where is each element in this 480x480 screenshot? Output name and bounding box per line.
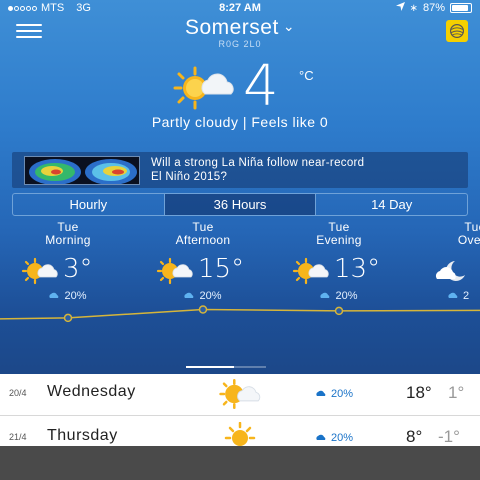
- current-temperature: 4: [243, 54, 279, 119]
- tab-14-day[interactable]: 14 Day: [316, 194, 467, 215]
- location-arrow-icon: [395, 2, 405, 14]
- partly-cloudy-day-icon: [173, 66, 234, 110]
- partly-cloudy-day-icon: [156, 257, 194, 285]
- bottom-bar: [0, 446, 480, 480]
- slot-period: Afternoon: [175, 233, 231, 247]
- daily-row[interactable]: 20/4 Wednesday 20% 18° 1°: [0, 374, 480, 416]
- temperature-point: [198, 305, 208, 314]
- partly-cloudy-day-icon: [216, 378, 264, 410]
- forecast-slot: Tue Afternoon 15° 20%: [138, 221, 268, 302]
- day-high: 18°: [406, 383, 432, 402]
- location-name: Somerset: [184, 16, 279, 39]
- forecast-slot: Tue Morning 3° 20%: [3, 221, 133, 302]
- partly-cloudy-day-icon: [21, 257, 59, 285]
- day-date: 21/4: [9, 432, 27, 442]
- slot-temperature: 15°: [198, 254, 245, 284]
- status-bar: MTS 3G 8:27 AM ∗ 87%: [0, 0, 480, 16]
- tab-hourly[interactable]: Hourly: [13, 194, 165, 215]
- slot-period: Evening: [316, 233, 362, 247]
- day-pop: 20%: [331, 388, 354, 400]
- news-thumbnail: [24, 156, 140, 185]
- news-headline: Will a strong La Niña follow near-record…: [151, 157, 365, 183]
- daily-forecast-list: 20/4 Wednesday 20% 18° 1° 21/4 Thursday 20% 8° -1…: [0, 374, 480, 455]
- rain-cloud-icon: [316, 388, 326, 400]
- partly-cloudy-day-icon: [292, 257, 330, 285]
- tab-36-hours[interactable]: 36 Hours: [164, 194, 317, 215]
- forecast-36-hours[interactable]: Tue Morning 3° 20% Tue Afternoon 15° 20% Tue Even…: [0, 221, 480, 366]
- location-selector[interactable]: Somerset ⌄: [0, 16, 480, 40]
- day-precipitation: 20%: [316, 388, 353, 400]
- forecast-slot: Tue Evening 13° 20%: [274, 221, 404, 302]
- temperature-unit[interactable]: °C: [299, 68, 314, 83]
- page-indicator: [186, 366, 266, 368]
- temperature-point: [334, 306, 344, 316]
- weather-network-logo-icon[interactable]: [446, 20, 468, 42]
- day-name: Wednesday: [47, 383, 136, 400]
- day-high: 8°: [406, 427, 423, 446]
- rain-cloud-icon: [316, 432, 326, 444]
- condition-feels-like: Partly cloudy | Feels like 0: [151, 114, 329, 130]
- slot-temperature: 13°: [334, 254, 381, 284]
- slot-temperature: 3°: [63, 254, 93, 284]
- slot-period: Morning: [45, 233, 91, 247]
- temperature-point: [63, 313, 73, 323]
- postal-code: R0G 2L0: [218, 39, 262, 49]
- forecast-tabs: Hourly 36 Hours 14 Day: [12, 193, 468, 216]
- forecast-slot: TueOvern2: [410, 221, 480, 302]
- bluetooth-icon: ∗: [409, 2, 418, 14]
- day-precipitation: 20%: [316, 432, 353, 444]
- news-banner[interactable]: Will a strong La Niña follow near-record…: [12, 152, 468, 188]
- day-low: -1°: [438, 427, 460, 446]
- battery-icon: [450, 3, 472, 13]
- chevron-down-icon: ⌄: [282, 18, 296, 34]
- day-date: 20/4: [9, 388, 27, 398]
- slot-period: Overn: [457, 233, 480, 247]
- day-pop: 20%: [331, 432, 354, 444]
- day-name: Thursday: [47, 427, 118, 444]
- partly-cloudy-night-icon: [433, 257, 471, 285]
- battery-percentage: 87%: [422, 2, 445, 14]
- row-divider: [0, 415, 480, 416]
- day-low: 1°: [448, 383, 465, 402]
- temperature-trend-chart: [0, 305, 480, 323]
